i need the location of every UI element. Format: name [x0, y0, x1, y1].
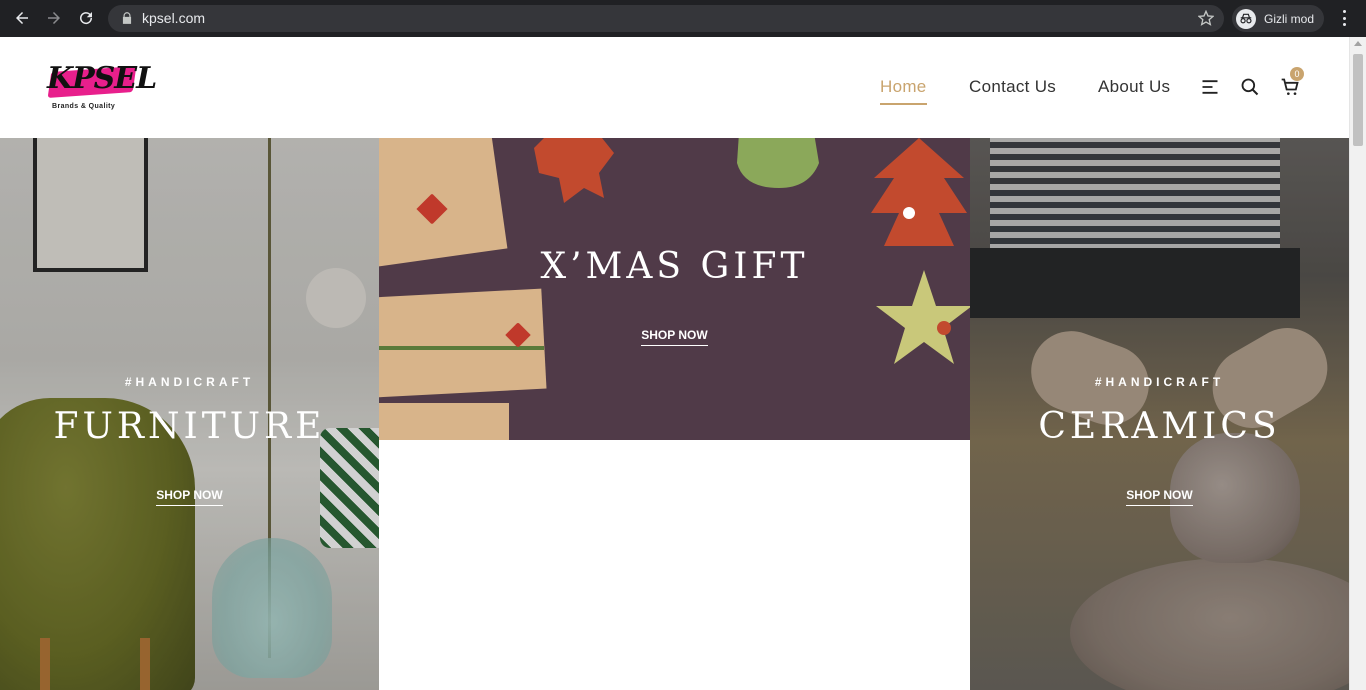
- banner-xmas-title-wrap: X’MAS GIFT: [379, 246, 970, 287]
- logo-text: KPSEL: [47, 61, 157, 96]
- banner-hashtag: #HANDICRAFT: [124, 375, 255, 389]
- browser-menu-icon[interactable]: [1336, 8, 1352, 28]
- scroll-up-arrow-icon[interactable]: [1354, 41, 1362, 46]
- reload-button[interactable]: [74, 6, 98, 30]
- banner-ceramics-cta-wrap: SHOP NOW: [970, 486, 1349, 506]
- nav-about-us[interactable]: About Us: [1098, 77, 1170, 97]
- banner-title: FURNITURE: [53, 406, 326, 447]
- banner-furniture-cta-wrap: SHOP NOW: [0, 486, 379, 506]
- browser-toolbar: kpsel.com Gizli mod: [0, 0, 1366, 37]
- banner-furniture-title-wrap: FURNITURE: [0, 406, 379, 447]
- url-text: kpsel.com: [142, 10, 206, 26]
- shop-now-link[interactable]: SHOP NOW: [641, 328, 708, 346]
- site-header: KPSEL Brands & Quality Home Contact Us A…: [0, 37, 1349, 138]
- lock-icon: [122, 12, 132, 24]
- back-button[interactable]: [10, 6, 34, 30]
- reload-icon: [80, 12, 93, 25]
- forward-button[interactable]: [42, 6, 66, 30]
- gift-ribbon: [379, 346, 544, 350]
- shop-now-link[interactable]: SHOP NOW: [156, 488, 223, 506]
- arrow-left-icon: [16, 12, 28, 24]
- banner-xmas-gift[interactable]: X’MAS GIFT SHOP NOW: [379, 138, 970, 440]
- incognito-label: Gizli mod: [1264, 11, 1315, 26]
- address-bar[interactable]: kpsel.com: [108, 5, 1224, 32]
- banner-ceramics[interactable]: #HANDICRAFT CERAMICS SHOP NOW: [970, 138, 1349, 690]
- arrow-right-icon: [48, 12, 60, 24]
- banner-hashtag: #HANDICRAFT: [1094, 375, 1225, 389]
- bookmark-star-icon[interactable]: [1198, 10, 1214, 26]
- felt-mitten-ornament: [737, 138, 819, 188]
- nav-contact-us[interactable]: Contact Us: [969, 77, 1056, 97]
- banner-ceramics-text: #HANDICRAFT: [970, 375, 1349, 389]
- menu-lines-icon[interactable]: [1200, 77, 1220, 97]
- scrollbar-thumb[interactable]: [1353, 54, 1363, 146]
- gift-box-image: [379, 403, 509, 440]
- banner-furniture[interactable]: #HANDICRAFT FURNITURE SHOP NOW: [0, 138, 379, 690]
- incognito-indicator[interactable]: Gizli mod: [1232, 5, 1324, 32]
- felt-tree-ornament: [871, 138, 967, 246]
- page-scrollbar[interactable]: [1349, 37, 1366, 690]
- banner-title: CERAMICS: [1038, 406, 1281, 447]
- nav-home[interactable]: Home: [880, 77, 927, 105]
- cart-count-badge: 0: [1290, 67, 1304, 81]
- incognito-icon: [1236, 8, 1256, 29]
- banner-furniture-text: #HANDICRAFT: [0, 375, 379, 389]
- felt-reindeer-ornament: [534, 138, 614, 203]
- banner-title: X’MAS GIFT: [540, 246, 809, 287]
- shop-now-link[interactable]: SHOP NOW: [1126, 488, 1193, 506]
- logo-tagline: Brands & Quality: [52, 103, 116, 110]
- banner-xmas-cta-wrap: SHOP NOW: [379, 326, 970, 346]
- site-logo[interactable]: KPSEL Brands & Quality: [44, 59, 157, 115]
- search-icon[interactable]: [1240, 77, 1260, 97]
- banner-ceramics-title-wrap: CERAMICS: [970, 406, 1349, 447]
